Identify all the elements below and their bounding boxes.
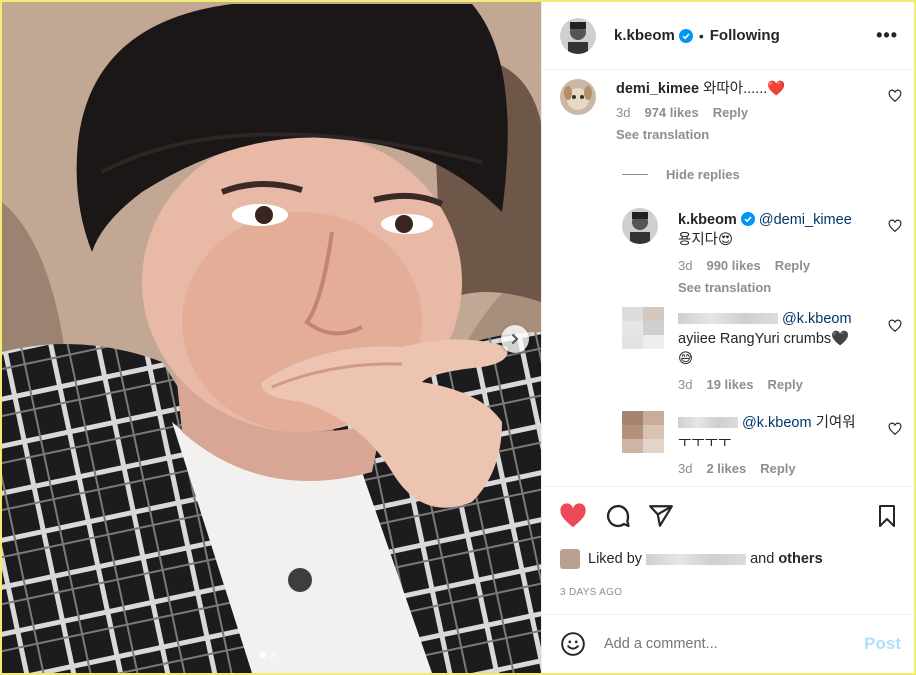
add-comment-bar: Post <box>542 614 915 673</box>
comment-input[interactable] <box>604 636 865 652</box>
see-translation-link[interactable]: See translation <box>678 280 898 295</box>
hide-replies-label: Hide replies <box>666 167 740 182</box>
divider-line <box>622 174 648 175</box>
reply-likes[interactable]: 19 likes <box>706 377 753 392</box>
redacted-username <box>678 417 738 428</box>
post-sidebar: k.kbeom • Following ••• demi_kimee 와따아..… <box>541 2 915 673</box>
reply-likes[interactable]: 2 likes <box>706 461 746 476</box>
reply-time[interactable]: 3d <box>678 258 692 273</box>
emoji-icon[interactable] <box>560 631 586 657</box>
carousel-dot-active <box>260 652 266 658</box>
header-separator: • <box>698 27 704 44</box>
share-icon[interactable] <box>648 503 674 529</box>
post-actions: Liked by and others 3 DAYS AGO <box>542 486 915 598</box>
reply-mention[interactable]: @demi_kimee <box>759 212 852 228</box>
post-date[interactable]: 3 DAYS AGO <box>560 587 622 598</box>
comment-username[interactable]: demi_kimee <box>616 81 699 97</box>
comments-list: demi_kimee 와따아......❤️ 3d 974 likes Reply … <box>542 71 915 485</box>
reply-like-icon[interactable] <box>888 422 902 436</box>
reply-button[interactable]: Reply <box>767 377 802 392</box>
reply-button[interactable]: Reply <box>760 461 795 476</box>
next-slide-button[interactable] <box>501 325 529 353</box>
post-header: k.kbeom • Following ••• <box>542 2 914 70</box>
chevron-right-icon <box>512 334 519 344</box>
comment-text: 와따아...... <box>703 81 768 97</box>
reply-avatar[interactable] <box>622 208 658 244</box>
reply-text: 기여워 <box>815 415 856 431</box>
reply-text: 용지다 <box>678 232 719 248</box>
hide-replies-button[interactable]: Hide replies <box>622 167 740 182</box>
reply-like-icon[interactable] <box>888 219 902 233</box>
see-translation-link[interactable]: See translation <box>616 127 896 142</box>
carousel-dots <box>260 652 276 658</box>
reply-time[interactable]: 3d <box>678 377 692 392</box>
comment-icon[interactable] <box>604 502 632 530</box>
reply-username[interactable]: k.kbeom <box>678 212 737 228</box>
reply-button[interactable]: Reply <box>775 258 810 273</box>
reply-text: ayiiee RangYuri crumbs🖤 <box>678 331 850 347</box>
comment-like-icon[interactable] <box>888 89 902 103</box>
more-options-icon[interactable]: ••• <box>876 25 898 46</box>
comment-likes[interactable]: 974 likes <box>644 105 698 120</box>
redacted-liker <box>646 553 747 565</box>
reply-emoji: 😅 <box>678 351 694 367</box>
reply-mention[interactable]: @k.kbeom <box>782 311 852 327</box>
post-comment-button[interactable]: Post <box>864 634 901 654</box>
reply-likes[interactable]: 990 likes <box>706 258 760 273</box>
verified-icon <box>678 28 693 43</box>
reply-time[interactable]: 3d <box>678 461 692 476</box>
reply-emoji: 😍 <box>718 232 734 248</box>
post-photo[interactable] <box>2 2 541 673</box>
liked-by-line: Liked by and others <box>560 549 823 569</box>
author-username[interactable]: k.kbeom <box>614 27 675 44</box>
photo-illustration <box>2 2 541 673</box>
reply-text-line2: ㅜㅜㅜㅜ <box>678 435 732 451</box>
following-button[interactable]: Following <box>710 27 780 44</box>
comment-time[interactable]: 3d <box>616 105 630 120</box>
author-avatar[interactable] <box>560 17 596 54</box>
heart-icon[interactable] <box>558 501 588 531</box>
reply-mention[interactable]: @k.kbeom <box>742 415 812 431</box>
reply-like-icon[interactable] <box>888 319 902 333</box>
carousel-dot <box>270 652 276 658</box>
comment-emoji: ❤️ <box>767 81 786 97</box>
liked-by-and: and <box>750 551 775 567</box>
liker-avatar[interactable] <box>560 549 580 569</box>
reply-avatar[interactable] <box>622 307 664 349</box>
reply-button[interactable]: Reply <box>713 105 748 120</box>
reply-avatar[interactable] <box>622 411 664 453</box>
commenter-avatar[interactable] <box>560 79 596 115</box>
redacted-username <box>678 313 778 324</box>
liked-by-others-link[interactable]: others <box>778 551 822 567</box>
action-bar <box>542 487 915 545</box>
verified-icon <box>740 212 755 226</box>
liked-by-label: Liked by <box>588 551 643 567</box>
bookmark-icon[interactable] <box>875 503 899 529</box>
